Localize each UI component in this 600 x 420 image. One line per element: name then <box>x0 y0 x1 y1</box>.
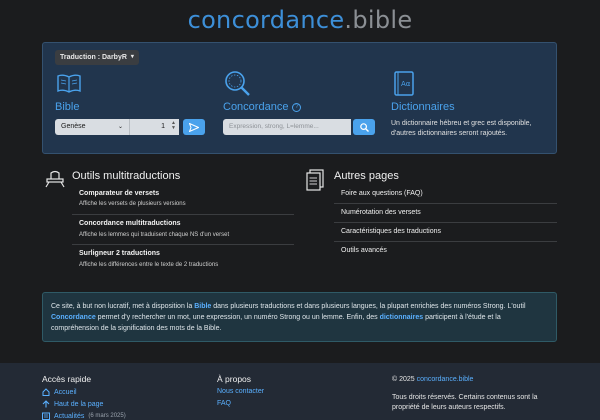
concordance-title[interactable]: Concordance <box>223 101 288 113</box>
outil-1-sub: Affiche les versets de plusieurs version… <box>79 201 186 207</box>
search-icon <box>359 122 369 132</box>
divider <box>334 241 557 242</box>
outil-2-title[interactable]: Concordance multitraductions <box>79 220 181 227</box>
outil-3-title[interactable]: Surligneur 2 traductions <box>79 250 160 257</box>
autres-link-faq[interactable]: Foire aux questions (FAQ) <box>341 190 423 197</box>
concordance-search-button[interactable] <box>353 119 375 135</box>
info-text-4: permet d'y rechercher un mot, une expres… <box>95 314 380 321</box>
logo-part-2: .bible <box>344 6 413 34</box>
concordance-title-row: Concordance ? <box>223 101 302 113</box>
bible-title[interactable]: Bible <box>55 101 79 113</box>
footer-link-actualites[interactable]: Actualités (6 mars 2025) <box>42 412 126 420</box>
tools-icon <box>45 170 65 188</box>
bible-controls: Genèse ⌄ 1 ▲ ▼ <box>55 119 205 135</box>
info-highlight-bible[interactable]: Bible <box>194 303 211 310</box>
chevron-down-icon: ▾ <box>130 54 134 60</box>
dictionnaires-description: Un dictionnaire hébreu et grec est dispo… <box>391 120 532 137</box>
outil-3-sub: Affiche les différences entre le texte d… <box>79 262 219 268</box>
magnifier-icon <box>225 71 250 96</box>
book-value: Genèse <box>61 123 86 130</box>
bible-go-button[interactable] <box>183 119 205 135</box>
footer-link-faq[interactable]: FAQ <box>217 400 231 407</box>
divider <box>72 244 294 245</box>
outil-1-title[interactable]: Comparateur de versets <box>79 190 159 197</box>
outils-title: Outils multitraductions <box>72 170 181 182</box>
footer-link-contact[interactable]: Nous contacter <box>217 388 264 395</box>
chapter-input[interactable]: 1 ▲ ▼ <box>129 119 179 135</box>
traduction-label: Traduction : DarbyR <box>60 54 127 61</box>
divider <box>334 203 557 204</box>
footer: Accès rapide Accueil Haut de la page Act… <box>0 363 600 420</box>
book-select[interactable]: Genèse ⌄ <box>55 119 129 135</box>
info-text-3: L'outil <box>507 303 526 310</box>
book-icon <box>57 74 81 93</box>
stepper-icon[interactable]: ▲ ▼ <box>171 121 176 131</box>
dictionary-icon: Aα <box>394 71 414 96</box>
help-icon[interactable]: ? <box>292 102 302 112</box>
footer-link-actualites-label: Actualités <box>54 412 85 420</box>
main-search-panel: Traduction : DarbyR ▾ Bible Genèse ⌄ 1 ▲… <box>42 42 557 154</box>
info-highlight-concordance[interactable]: Concordance <box>51 314 96 321</box>
footer-link-accueil[interactable]: Accueil <box>42 388 77 396</box>
logo-part-1: concordance <box>187 6 345 34</box>
copyright-prefix: © 2025 <box>392 376 417 383</box>
autres-title: Autres pages <box>334 170 399 182</box>
info-text-2: dans plusieurs traductions et dans plusi… <box>211 303 506 310</box>
home-icon <box>42 388 50 396</box>
copyright-site-link[interactable]: concordance.bible <box>417 376 474 383</box>
footer-copyright: © 2025 concordance.bible <box>392 375 473 385</box>
arrow-up-icon <box>42 400 50 408</box>
send-icon <box>189 122 199 132</box>
footer-acces-title: Accès rapide <box>42 374 92 384</box>
footer-actualites-date: (6 mars 2025) <box>88 413 126 419</box>
footer-link-haut-label: Haut de la page <box>54 400 104 408</box>
divider <box>334 222 557 223</box>
traduction-dropdown[interactable]: Traduction : DarbyR ▾ <box>55 50 139 65</box>
svg-text:Aα: Aα <box>401 80 411 88</box>
autres-link-caracteristiques[interactable]: Caractéristiques des traductions <box>341 228 441 235</box>
site-logo[interactable]: concordance.bible <box>0 6 600 34</box>
footer-apropos-title: À propos <box>217 374 252 384</box>
footer-link-haut[interactable]: Haut de la page <box>42 400 103 408</box>
news-icon <box>42 412 50 420</box>
pages-icon <box>306 169 324 191</box>
divider <box>72 214 294 215</box>
dictionnaires-title[interactable]: Dictionnaires <box>391 101 455 113</box>
info-box: Ce site, à but non lucratif, met à dispo… <box>42 292 557 342</box>
search-placeholder: Expression, strong, L=lemme... <box>229 123 319 130</box>
autres-link-numerotation[interactable]: Numérotation des versets <box>341 209 421 216</box>
footer-link-accueil-label: Accueil <box>54 388 77 396</box>
chapter-value: 1 <box>161 123 165 130</box>
concordance-search-input[interactable]: Expression, strong, L=lemme... <box>223 119 351 135</box>
autres-link-outils-avances[interactable]: Outils avancés <box>341 247 387 254</box>
info-text-1: Ce site, à but non lucratif, met à dispo… <box>51 303 195 310</box>
outil-2-sub: Affiche les lemmes qui traduisent chaque… <box>79 232 230 238</box>
info-highlight-dictionnaires[interactable]: dictionnaires <box>380 314 424 321</box>
chevron-down-icon: ⌄ <box>117 124 123 130</box>
footer-rights: Tous droits réservés. Certains contenus … <box>392 394 538 411</box>
